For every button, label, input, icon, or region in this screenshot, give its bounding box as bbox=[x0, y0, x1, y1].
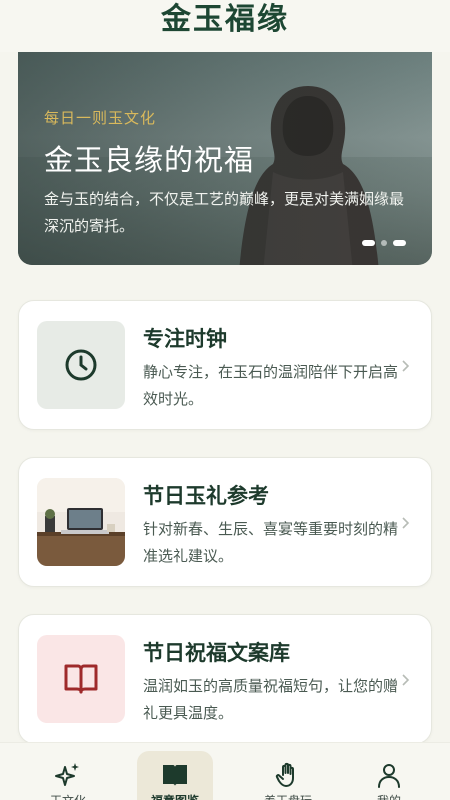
desk-photo bbox=[37, 478, 125, 566]
sparkle-icon bbox=[55, 763, 79, 786]
chevron-right-icon bbox=[402, 360, 410, 372]
card-description: 针对新春、生辰、喜宴等重要时刻的精准选礼建议。 bbox=[143, 520, 399, 565]
card-blessing-library[interactable]: 节日祝福文案库 温润如玉的高质量祝福短句，让您的赠礼更具温度。 bbox=[18, 614, 432, 744]
app-header: 金玉福缘 bbox=[0, 0, 450, 52]
user-icon bbox=[378, 764, 400, 788]
tab-label: 福意图鉴 bbox=[137, 792, 213, 800]
carousel-dot-active[interactable] bbox=[393, 240, 406, 246]
tab-jade-culture[interactable]: 玉文化 bbox=[30, 743, 106, 800]
hero-description: 金与玉的结合，不仅是工艺的巅峰，更是对美满姻缘最深沉的寄托。 bbox=[44, 190, 405, 235]
chevron-right-icon bbox=[402, 674, 410, 686]
tab-label: 玉文化 bbox=[30, 792, 106, 800]
card-description: 静心专注，在玉石的温润陪伴下开启高效时光。 bbox=[143, 363, 399, 408]
hand-icon bbox=[275, 762, 294, 787]
card-description: 温润如玉的高质量祝福短句，让您的赠礼更具温度。 bbox=[143, 677, 399, 722]
hero-banner[interactable]: 每日一则玉文化 金玉良缘的祝福 金与玉的结合，不仅是工艺的巅峰，更是对美满姻缘最… bbox=[18, 52, 432, 265]
card-title: 专注时钟 bbox=[143, 326, 227, 351]
carousel-dot[interactable] bbox=[381, 240, 387, 246]
tab-label: 养玉盘玩 bbox=[250, 792, 326, 800]
bottom-tab-bar: 玉文化 福意图鉴 养玉盘玩 我的 bbox=[0, 742, 450, 800]
card-title: 节日玉礼参考 bbox=[143, 483, 269, 508]
hero-kicker: 每日一则玉文化 bbox=[44, 109, 157, 127]
clock-icon bbox=[65, 349, 97, 381]
card-festival-gift[interactable]: 节日玉礼参考 针对新春、生辰、喜宴等重要时刻的精准选礼建议。 bbox=[18, 457, 432, 587]
tab-jade-care[interactable]: 养玉盘玩 bbox=[250, 743, 326, 800]
card-thumb bbox=[37, 478, 125, 566]
tab-mine[interactable]: 我的 bbox=[351, 743, 427, 800]
tab-label: 我的 bbox=[351, 792, 427, 800]
card-title: 节日祝福文案库 bbox=[143, 640, 290, 665]
card-thumb bbox=[37, 321, 125, 409]
chevron-right-icon bbox=[402, 517, 410, 529]
carousel-indicator[interactable] bbox=[362, 240, 406, 246]
book-open-icon bbox=[163, 765, 187, 786]
card-focus-clock[interactable]: 专注时钟 静心专注，在玉石的温润陪伴下开启高效时光。 bbox=[18, 300, 432, 430]
tab-blessing-atlas[interactable]: 福意图鉴 bbox=[137, 751, 213, 800]
card-thumb bbox=[37, 635, 125, 723]
book-icon bbox=[64, 664, 98, 694]
carousel-dot[interactable] bbox=[362, 240, 375, 246]
hero-title: 金玉良缘的祝福 bbox=[44, 143, 255, 177]
app-title: 金玉福缘 bbox=[161, 2, 289, 37]
